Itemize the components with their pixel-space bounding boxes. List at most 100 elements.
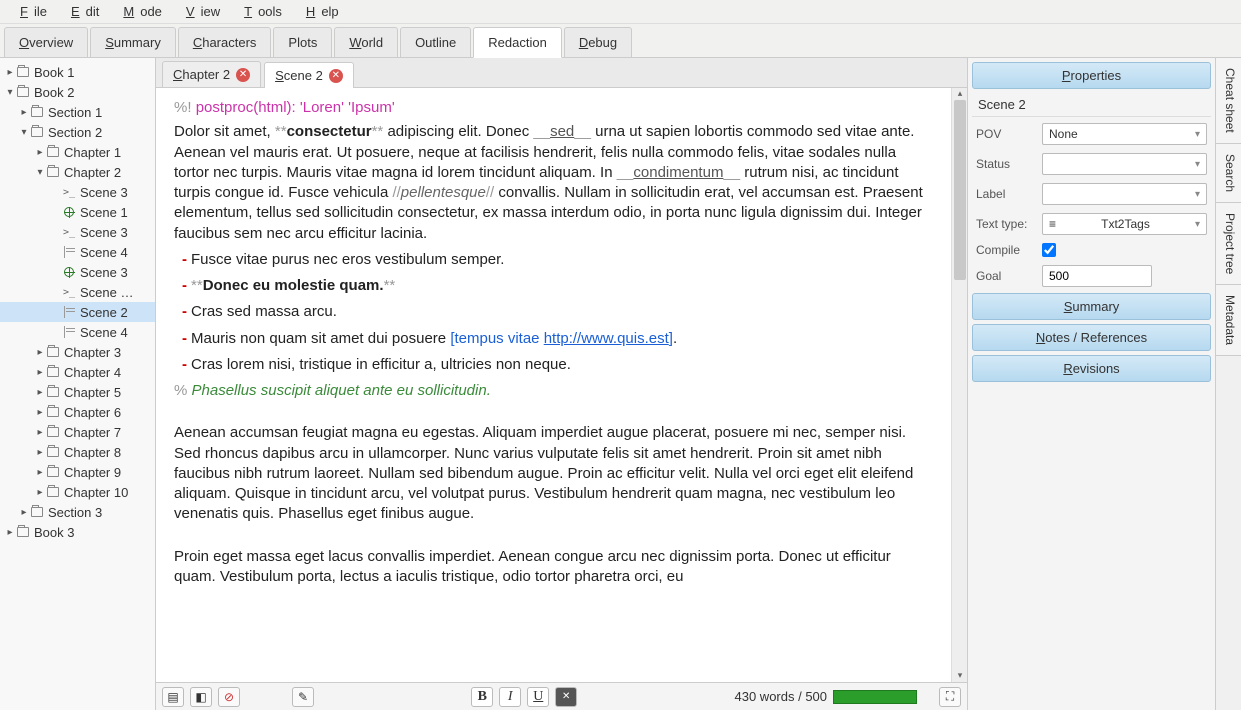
folder-icon [46, 405, 60, 419]
tree-label: Scene 4 [80, 245, 128, 260]
tab-debug[interactable]: Debug [564, 27, 632, 57]
summary-header[interactable]: Summary [972, 293, 1211, 320]
tree-item[interactable]: Scene 4 [0, 322, 155, 342]
italic-button[interactable]: I [499, 687, 521, 707]
text-icon [62, 245, 76, 259]
rail-search[interactable]: Search [1216, 144, 1241, 203]
tree-label: Chapter 5 [64, 385, 121, 400]
view-mode-2[interactable]: ◧ [190, 687, 212, 707]
tree-item[interactable]: ▸Chapter 1 [0, 142, 155, 162]
tree-item[interactable]: ▸Book 3 [0, 522, 155, 542]
tab-world[interactable]: World [334, 27, 398, 57]
tree-item[interactable]: ▸Chapter 4 [0, 362, 155, 382]
texttype-label: Text type: [976, 217, 1036, 231]
tree-item[interactable]: ▾Book 2 [0, 82, 155, 102]
tree-item[interactable]: Scene 1 [0, 202, 155, 222]
tab-plots[interactable]: Plots [273, 27, 332, 57]
tree-item[interactable]: ▸Chapter 5 [0, 382, 155, 402]
tree-item[interactable]: >_Scene 3 [0, 182, 155, 202]
close-icon[interactable]: ✕ [329, 69, 343, 83]
editor-tabs: Chapter 2✕Scene 2✕ [156, 58, 967, 88]
rail-cheat-sheet[interactable]: Cheat sheet [1216, 58, 1241, 144]
underline-button[interactable]: U [527, 687, 549, 707]
tree-item[interactable]: ▸Chapter 10 [0, 482, 155, 502]
tree-label: Chapter 6 [64, 405, 121, 420]
label-label: Label [976, 187, 1036, 201]
tree-label: Section 1 [48, 105, 102, 120]
tab-summary[interactable]: Summary [90, 27, 176, 57]
compile-checkbox[interactable] [1042, 243, 1056, 257]
pov-label: POV [976, 127, 1036, 141]
close-icon[interactable]: ✕ [236, 68, 250, 82]
tree-item[interactable]: ▾Chapter 2 [0, 162, 155, 182]
status-select[interactable] [1042, 153, 1207, 175]
tree-item[interactable]: >_Scene … [0, 282, 155, 302]
tree-item[interactable]: ▾Section 2 [0, 122, 155, 142]
clear-format-button[interactable]: ✕ [555, 687, 577, 707]
tree-label: Section 3 [48, 505, 102, 520]
rail-metadata[interactable]: Metadata [1216, 285, 1241, 356]
tree-label: Book 2 [34, 85, 74, 100]
tree-item[interactable]: Scene 2 [0, 302, 155, 322]
notes-header[interactable]: Notes / References [972, 324, 1211, 351]
folder-icon [30, 105, 44, 119]
folder-icon [46, 385, 60, 399]
label-select[interactable] [1042, 183, 1207, 205]
rail-project-tree[interactable]: Project tree [1216, 203, 1241, 285]
tree-label: Scene 2 [80, 305, 128, 320]
menu-view[interactable]: View [174, 2, 226, 21]
menu-file[interactable]: File [8, 2, 53, 21]
tab-characters[interactable]: Characters [178, 27, 272, 57]
view-mode-1[interactable]: ▤ [162, 687, 184, 707]
bullet-3: Cras sed massa arcu. [191, 303, 337, 320]
tree-item[interactable]: Scene 4 [0, 242, 155, 262]
spellcheck-icon[interactable]: ✎ [292, 687, 314, 707]
tree-item[interactable]: ▸Chapter 6 [0, 402, 155, 422]
editor-scrollbar[interactable]: ▴ ▾ [951, 88, 967, 682]
tree-item[interactable]: ▸Section 3 [0, 502, 155, 522]
status-label: Status [976, 157, 1036, 171]
tree-label: Chapter 3 [64, 345, 121, 360]
folder-icon [30, 125, 44, 139]
no-entry-icon[interactable]: ⊘ [218, 687, 240, 707]
goal-input[interactable] [1042, 265, 1152, 287]
tab-redaction[interactable]: Redaction [473, 27, 562, 58]
fullscreen-button[interactable]: ⛶ [939, 687, 961, 707]
folder-icon [46, 445, 60, 459]
postproc-directive: postproc(html): 'Loren' 'Ipsum' [196, 99, 395, 116]
menu-tools[interactable]: Tools [232, 2, 288, 21]
tab-outline[interactable]: Outline [400, 27, 471, 57]
link-url[interactable]: http://www.quis.est [544, 330, 669, 347]
comment-line: Phasellus suscipit aliquet ante eu solli… [192, 382, 491, 399]
tree-label: Chapter 1 [64, 145, 121, 160]
pov-select[interactable]: None [1042, 123, 1207, 145]
texttype-select[interactable]: ≡ Txt2Tags [1042, 213, 1207, 235]
globe-icon [62, 265, 76, 279]
menu-mode[interactable]: Mode [111, 2, 168, 21]
menu-edit[interactable]: Edit [59, 2, 105, 21]
tree-item[interactable]: ▸Chapter 8 [0, 442, 155, 462]
editor-tab[interactable]: Scene 2✕ [264, 62, 354, 88]
tree-item[interactable]: ▸Chapter 3 [0, 342, 155, 362]
tree-item[interactable]: Scene 3 [0, 262, 155, 282]
outline-tree[interactable]: ▸Book 1▾Book 2▸Section 1▾Section 2▸Chapt… [0, 58, 156, 710]
tree-item[interactable]: ▸Chapter 9 [0, 462, 155, 482]
folder-icon [46, 465, 60, 479]
folder-icon [46, 485, 60, 499]
tree-item[interactable]: >_Scene 3 [0, 222, 155, 242]
text-editor[interactable]: %! postproc(html): 'Loren' 'Ipsum' Dolor… [156, 88, 951, 682]
menu-help[interactable]: Help [294, 2, 345, 21]
revisions-header[interactable]: Revisions [972, 355, 1211, 382]
editor-tab[interactable]: Chapter 2✕ [162, 61, 261, 87]
tree-item[interactable]: ▸Chapter 7 [0, 422, 155, 442]
tab-overview[interactable]: Overview [4, 27, 88, 57]
prompt-icon: >_ [62, 185, 76, 199]
scene-title: Scene 2 [972, 93, 1211, 117]
compile-label: Compile [976, 243, 1036, 257]
tree-item[interactable]: ▸Section 1 [0, 102, 155, 122]
folder-icon [46, 165, 60, 179]
bold-button[interactable]: B [471, 687, 493, 707]
tree-item[interactable]: ▸Book 1 [0, 62, 155, 82]
tree-label: Book 1 [34, 65, 74, 80]
properties-header[interactable]: Properties [972, 62, 1211, 89]
